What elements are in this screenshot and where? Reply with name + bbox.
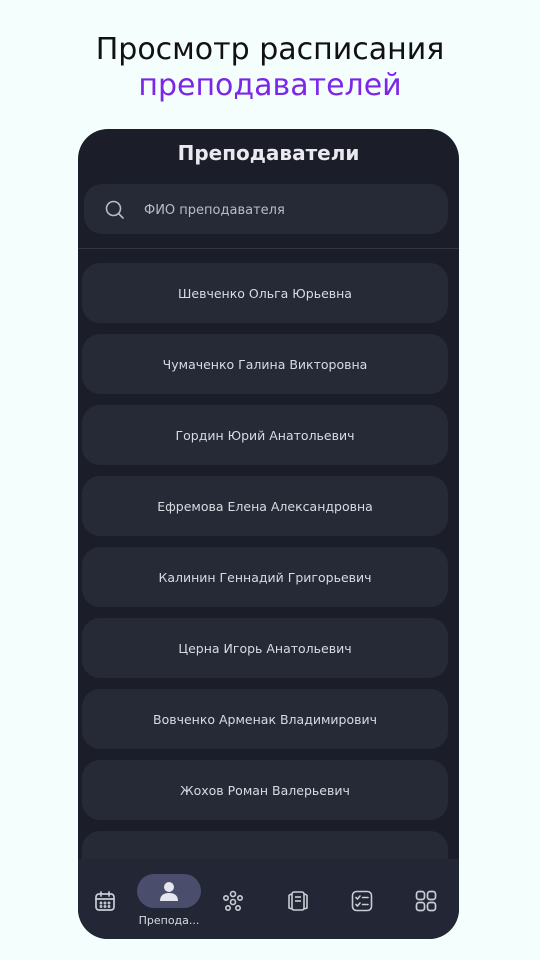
checklist-icon bbox=[351, 890, 373, 912]
nav-tasks[interactable] bbox=[335, 859, 389, 939]
nav-teachers[interactable] bbox=[137, 874, 201, 908]
list-item[interactable]: Калинин Геннадий Григорьевич bbox=[82, 547, 448, 607]
list-item[interactable]: Шевченко Ольга Юрьевна bbox=[82, 263, 448, 323]
promo-line-1: Просмотр расписания bbox=[95, 32, 445, 67]
calendar-icon bbox=[95, 891, 115, 911]
classroom-icon bbox=[288, 891, 308, 911]
page-title: Преподаватели bbox=[177, 141, 360, 165]
nav-teachers-label: Препода... bbox=[138, 914, 200, 927]
teacher-name: Гордин Юрий Анатольевич bbox=[175, 427, 355, 443]
teacher-name: Чумаченко Галина Викторовна bbox=[162, 356, 368, 372]
promo-line-2: преподавателей bbox=[138, 68, 402, 103]
list-item[interactable]: Чумаченко Галина Викторовна bbox=[82, 334, 448, 394]
teacher-name: Церна Игорь Анатольевич bbox=[178, 640, 352, 656]
nav-schedule[interactable] bbox=[78, 859, 132, 939]
list-item[interactable] bbox=[82, 831, 448, 859]
teacher-name: Ефремова Елена Александровна bbox=[157, 498, 373, 514]
teacher-name: Жохов Роман Валерьевич bbox=[180, 782, 350, 798]
teacher-name: Калинин Геннадий Григорьевич bbox=[158, 569, 372, 585]
grid-icon bbox=[415, 890, 437, 912]
teacher-name: Шевченко Ольга Юрьевна bbox=[178, 285, 352, 301]
nav-groups[interactable] bbox=[206, 859, 260, 939]
bottom-nav: Препода... bbox=[78, 859, 459, 939]
groups-icon bbox=[222, 890, 243, 911]
nav-classrooms[interactable] bbox=[271, 859, 325, 939]
promo-headline: Просмотр расписания преподавателей bbox=[0, 32, 540, 104]
person-icon bbox=[160, 882, 178, 901]
search-icon bbox=[105, 200, 124, 219]
teacher-name: Вовченко Арменак Владимирович bbox=[153, 711, 377, 727]
search-bar[interactable] bbox=[84, 184, 448, 234]
nav-more[interactable] bbox=[399, 859, 453, 939]
list-item[interactable]: Гордин Юрий Анатольевич bbox=[82, 405, 448, 465]
list-item[interactable]: Ефремова Елена Александровна bbox=[82, 476, 448, 536]
teacher-list[interactable]: Шевченко Ольга Юрьевна Чумаченко Галина … bbox=[78, 263, 459, 859]
list-item[interactable]: Вовченко Арменак Владимирович bbox=[82, 689, 448, 749]
list-item[interactable]: Церна Игорь Анатольевич bbox=[82, 618, 448, 678]
search-input[interactable] bbox=[142, 194, 436, 226]
divider bbox=[78, 248, 459, 249]
list-item[interactable]: Жохов Роман Валерьевич bbox=[82, 760, 448, 820]
phone-screen: Преподаватели Шевченко Ольга Юрьевна Чум… bbox=[78, 129, 459, 939]
